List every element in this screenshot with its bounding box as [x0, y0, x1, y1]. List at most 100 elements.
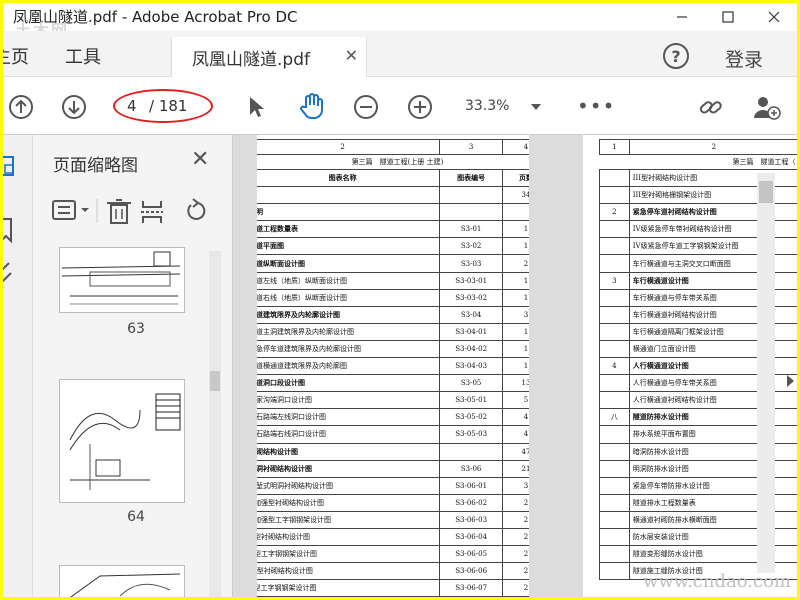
rotate-icon[interactable] [187, 198, 206, 220]
table-row: 隧道纵断面设计图S3-032 [257, 254, 529, 273]
zoom-out-button[interactable] [353, 94, 379, 120]
login-button[interactable]: 登录 [725, 45, 763, 72]
cell-idx: 3 [599, 271, 630, 290]
options-menu-icon[interactable] [52, 200, 89, 220]
panel-close-icon[interactable]: ✕ [191, 147, 209, 172]
cell-idx [599, 493, 630, 512]
zoom-in-button[interactable] [407, 94, 433, 120]
attachment-icon[interactable] [3, 262, 12, 284]
table-row: 隧道左线（地质）纵断面设计图 S3-03-01 1 [257, 271, 529, 290]
cell-name: 隧道横通道建筑限界及内轮廓图 [257, 357, 441, 376]
tab-tools[interactable]: 工具 [65, 43, 101, 69]
hand-tool-button[interactable] [297, 91, 327, 121]
cell-code: S3-04-01 [439, 322, 503, 341]
cell-idx [599, 288, 630, 307]
more-tools-button[interactable]: ••• [577, 94, 615, 118]
thumbnail-page[interactable] [59, 247, 185, 313]
expand-right-panel-icon[interactable] [787, 375, 794, 387]
cell-code: S3-06-02 [439, 493, 503, 512]
table-row: 衬砌结构设计图 47 [257, 442, 529, 461]
table-row: 路堑式明洞衬砌结构设计图 S3-06-01 3 [257, 476, 529, 495]
minimize-icon [677, 16, 687, 18]
cell-code [439, 186, 503, 205]
table-row: 塔石路端右线洞口设计图S3-05-034 [257, 425, 529, 444]
cell-idx [599, 168, 630, 188]
cell-code: S3-06 [439, 459, 503, 478]
scroll-thumb[interactable] [210, 371, 220, 391]
table-row: 4型工字钢钢架设计图S3-06-072 [257, 579, 529, 597]
cell-idx [599, 220, 630, 239]
minimize-button[interactable] [659, 3, 705, 31]
zoom-level[interactable]: 33.3% [465, 98, 509, 114]
thumbnail-scrollbar[interactable] [209, 251, 221, 597]
cell-name: 隧道右线（地质）纵断面设计图 [257, 288, 441, 307]
cell-name: 朱家沟端洞口设计图 [257, 391, 441, 410]
cell-code: S3-06-07 [439, 579, 503, 597]
cell-pages: 3 [501, 305, 529, 324]
page-thumbnails-panel: 页面缩略图 ✕ 63 64 [33, 135, 233, 597]
cell-name: 隧道主洞建筑限界及内轮廓设计图 [257, 322, 441, 341]
cell-name: 塔石路端右线洞口设计图 [257, 425, 441, 444]
table-row: IV型衬砌结构设计图S3-06-062 [257, 562, 529, 581]
document-scrollbar[interactable] [757, 173, 775, 573]
column-header: 页数 [501, 168, 529, 188]
cell-pages: 1 [501, 357, 529, 376]
table-row: 塔石路端左线洞口设计图S3-05-024 [257, 408, 529, 427]
cell-code: S3-06-03 [439, 510, 503, 529]
select-tool-button[interactable] [243, 94, 269, 120]
cell-idx: 4 [599, 357, 630, 376]
table-row: 主洞衬砌结构设计图S3-0621 [257, 459, 529, 478]
cell-pages: 1 [501, 288, 529, 307]
arrow-up-circle-icon [9, 95, 33, 119]
cell-code: S3-06-05 [439, 545, 503, 564]
col-number: 1 [599, 139, 630, 155]
column-header: 图表名称 [257, 168, 441, 188]
thumbnail-page[interactable] [59, 565, 185, 597]
rail-icons [3, 156, 14, 284]
tab-document[interactable]: 凤凰山隧道.pdf ✕ [171, 37, 367, 77]
cell-name: 塔石路端左线洞口设计图 [257, 408, 441, 427]
scroll-thumb[interactable] [759, 181, 773, 203]
table-row: 紧急停车道建筑限界及内轮廓设计图 S3-04-02 1 [257, 339, 529, 359]
share-link-button[interactable] [697, 94, 725, 120]
cell-code [439, 442, 503, 461]
col-number: 4 [501, 139, 529, 155]
cell-pages: 2 [501, 527, 529, 547]
cell-name: 主洞衬砌结构设计图 [257, 459, 441, 478]
previous-page-button[interactable] [8, 94, 34, 120]
cell-pages: 47 [501, 442, 529, 461]
cell-idx: 2 [599, 203, 630, 222]
delete-icon[interactable] [107, 199, 131, 224]
thumbnail-page-number: 64 [127, 509, 145, 525]
section-title: 第三篇 隧道工程(上册 土建) [351, 158, 444, 166]
next-page-button[interactable] [61, 94, 87, 120]
cell-code: S3-02 [439, 237, 503, 256]
cell-pages: 2 [501, 254, 529, 273]
page-thumbnails-icon[interactable] [3, 156, 14, 176]
split-page-icon[interactable] [141, 201, 163, 223]
cell-name: 隧道洞口段设计图 [257, 374, 441, 393]
help-button[interactable]: ? [663, 43, 689, 69]
close-icon [768, 11, 780, 23]
section-title: 第三篇 隧道工程（ [732, 158, 796, 166]
cell-name: 路堑式明洞衬砌结构设计图 [257, 476, 441, 495]
maximize-button[interactable] [705, 3, 751, 31]
cell-pages: 4 [501, 408, 529, 427]
cell-name: V加强型衬砌结构设计图 [257, 493, 441, 512]
cell-code: S3-03-02 [439, 288, 503, 307]
cell-idx [599, 476, 630, 495]
thumbnail-page[interactable] [59, 379, 185, 503]
tab-close-icon[interactable]: ✕ [345, 46, 358, 65]
cell-name: V型工字钢钢架设计图 [257, 545, 441, 564]
thumbnail-drawing [70, 573, 181, 597]
add-user-button[interactable] [751, 94, 781, 120]
chevron-down-icon[interactable] [531, 104, 541, 110]
cell-pages: 21 [501, 459, 529, 478]
document-view[interactable]: 2 3 4 第三篇 隧道工程(上册 土建) 图表名称 图表编号 页数 34说明隧… [233, 135, 797, 597]
bookmark-icon[interactable] [3, 218, 12, 244]
close-window-button[interactable] [751, 3, 797, 31]
thumbnail-drawing [69, 393, 181, 490]
table-row: 34 [257, 186, 529, 205]
cell-name: V加强型工字钢钢架设计图 [257, 510, 441, 529]
tab-home[interactable]: 主页 [3, 43, 29, 69]
